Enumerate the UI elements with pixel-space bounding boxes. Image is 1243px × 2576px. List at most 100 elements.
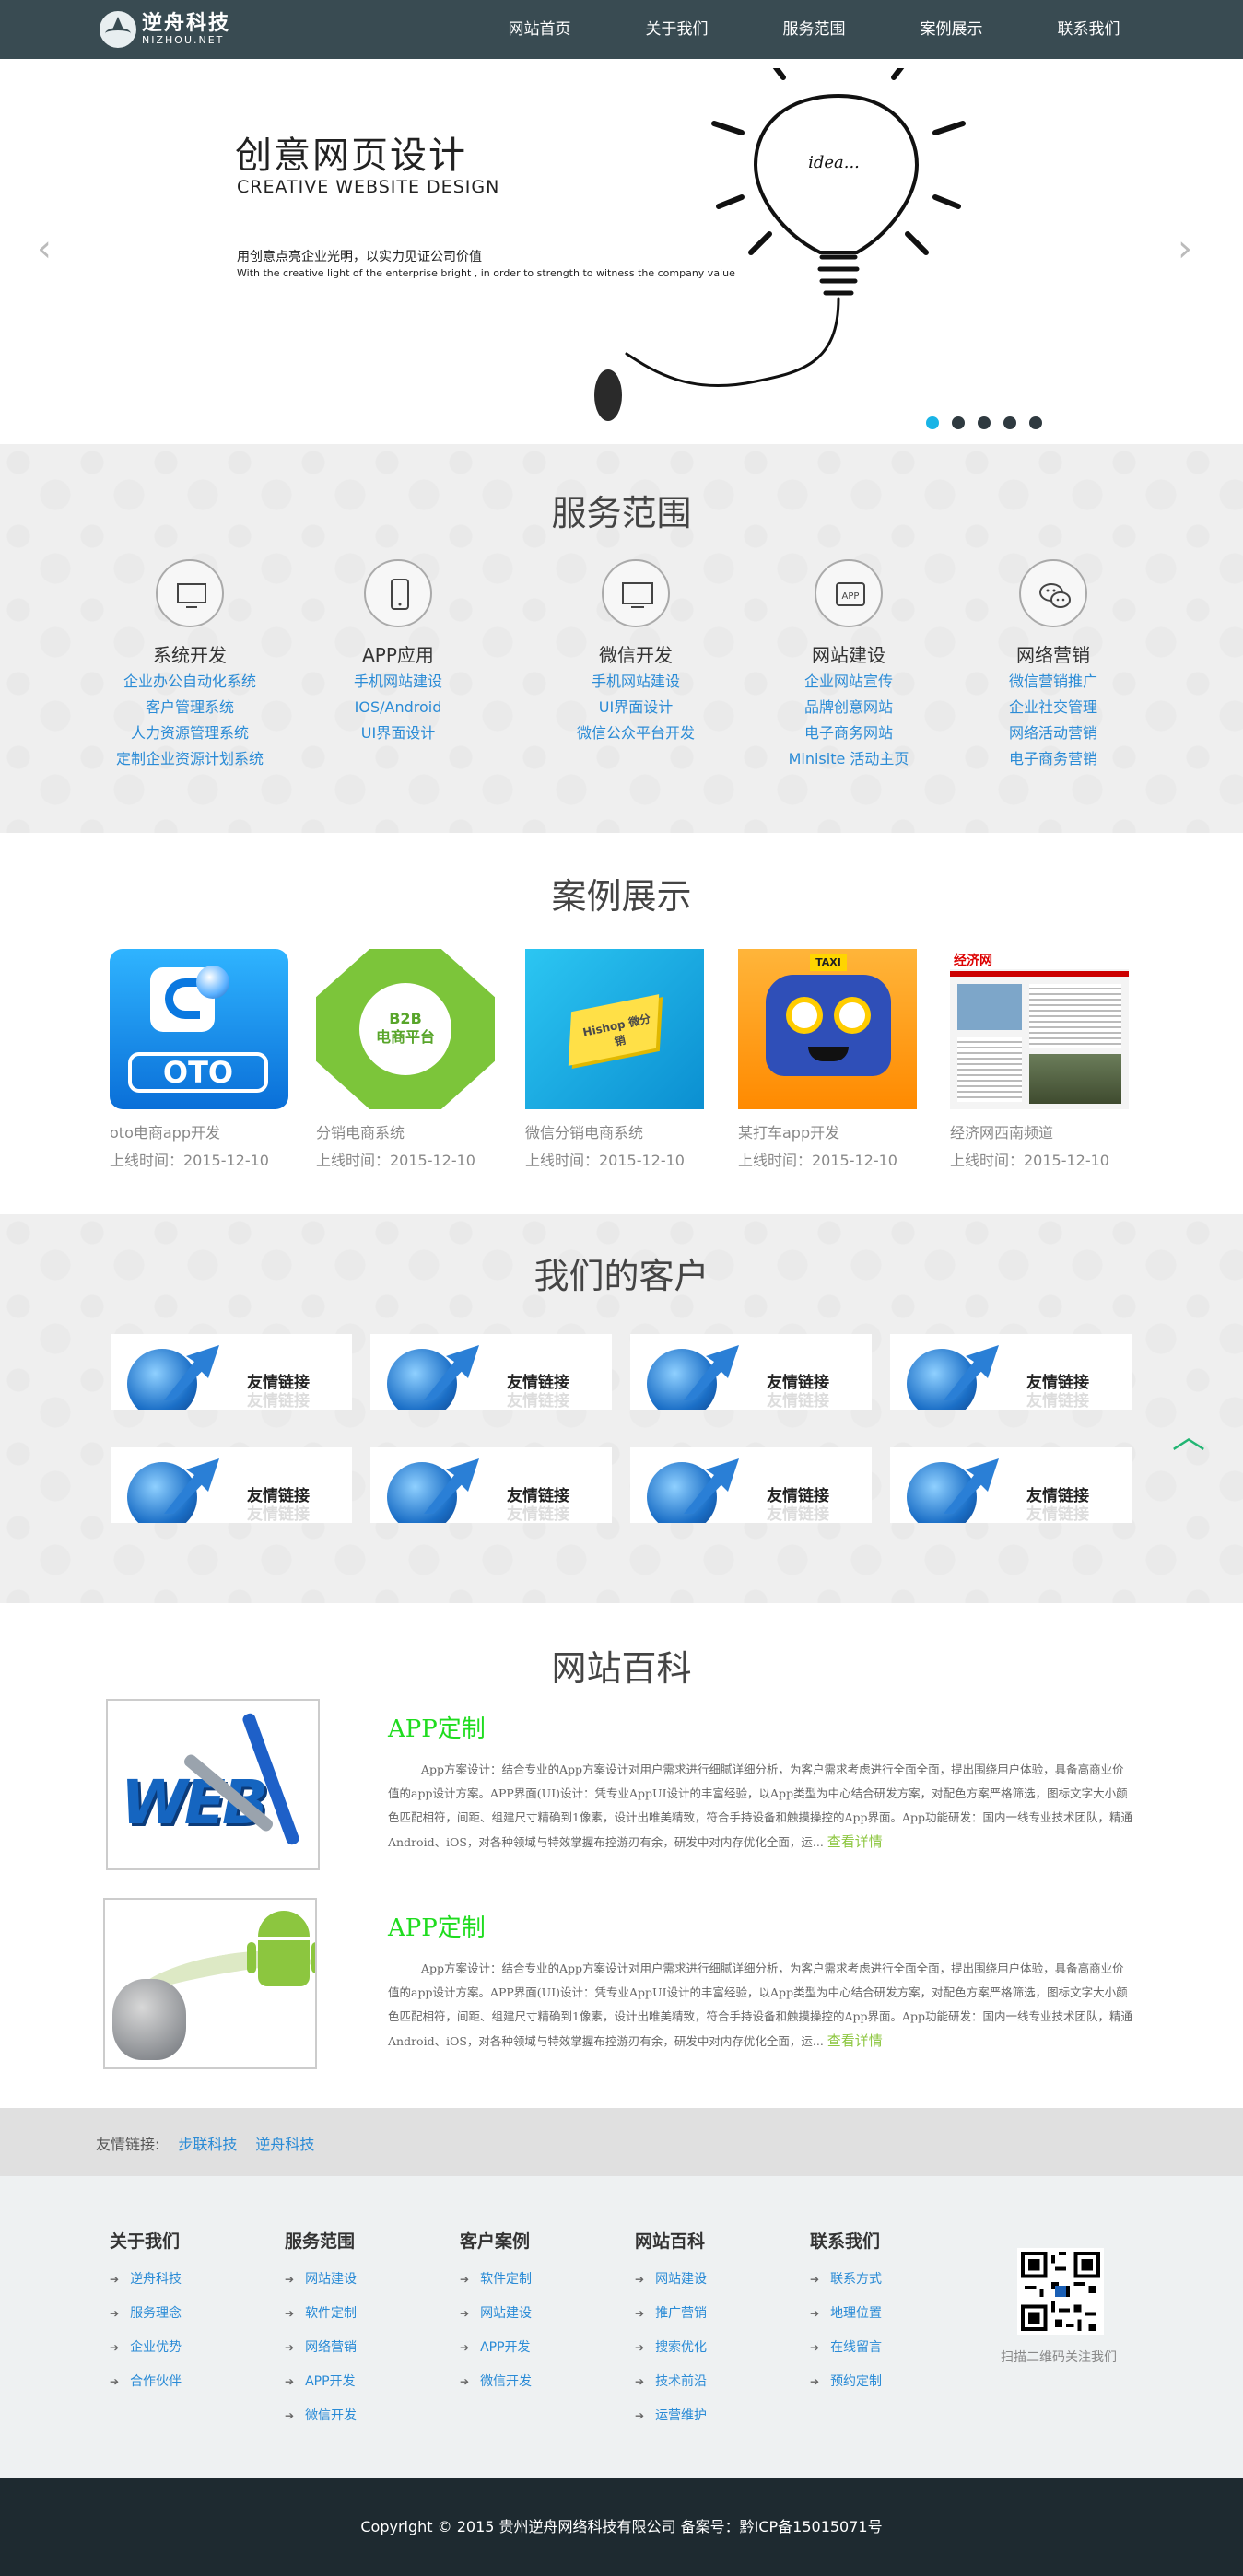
- cases-section: 案例展示 OTO oto电商app开发 上线时间：2015-12-10 B2B …: [0, 833, 1243, 1214]
- service-link[interactable]: 电子商务营销: [943, 746, 1164, 772]
- case-image[interactable]: Hishop 微分销: [525, 949, 704, 1109]
- nav-services[interactable]: 服务范围: [745, 0, 883, 59]
- wiki-item-title[interactable]: APP定制: [388, 1909, 486, 1943]
- case-image[interactable]: OTO: [110, 949, 288, 1109]
- case-card[interactable]: 经济网 经济网西南频道 上线时间：2015-12-10: [950, 949, 1134, 1170]
- wiki-item-title[interactable]: APP定制: [388, 1710, 486, 1744]
- service-link[interactable]: 客户管理系统: [79, 695, 300, 720]
- wiki-section: 网站百科 WEB APP定制 App方案设计：结合专业的App方案设计对用户需求…: [0, 1603, 1243, 2108]
- client-link-card[interactable]: 友情链接 友情链接: [890, 1447, 1132, 1523]
- footer-link[interactable]: 企业优势: [110, 2337, 276, 2355]
- service-link[interactable]: 企业社交管理: [943, 695, 1164, 720]
- app-icon[interactable]: APP: [815, 559, 883, 627]
- footer-link[interactable]: APP开发: [285, 2371, 451, 2389]
- footer-link[interactable]: 网站建设: [460, 2303, 626, 2321]
- friend-link[interactable]: 步联科技: [178, 2136, 237, 2153]
- read-more-link[interactable]: 查看详情: [827, 2032, 883, 2049]
- client-link-card[interactable]: 友情链接 友情链接: [370, 1447, 612, 1523]
- service-link[interactable]: 定制企业资源计划系统: [79, 746, 300, 772]
- nav-cases[interactable]: 案例展示: [883, 0, 1020, 59]
- case-image[interactable]: B2B 电商平台: [316, 949, 495, 1109]
- case-card[interactable]: Hishop 微分销 微信分销电商系统 上线时间：2015-12-10: [525, 949, 709, 1170]
- clients-title: 我们的客户: [534, 1256, 709, 1296]
- service-link[interactable]: 手机网站建设: [287, 669, 509, 695]
- footer-link[interactable]: 运营维护: [635, 2406, 801, 2423]
- footer-link[interactable]: 推广营销: [635, 2303, 801, 2321]
- case-card[interactable]: B2B 电商平台 分销电商系统 上线时间：2015-12-10: [316, 949, 500, 1170]
- client-link-card[interactable]: 友情链接 友情链接: [111, 1334, 352, 1410]
- logo-text-en: NIZHOU.NET: [142, 34, 225, 46]
- banner-slider: ‹ › 创意网页设计 CREATIVE WEBSITE DESIGN 用创意点亮…: [0, 59, 1243, 444]
- case-card[interactable]: TAXI 某打车app开发 上线时间：2015-12-10: [738, 949, 922, 1170]
- slider-dot-1[interactable]: [926, 416, 939, 429]
- phone-icon[interactable]: [364, 559, 432, 627]
- footer-link[interactable]: 服务理念: [110, 2303, 276, 2321]
- logo[interactable]: 逆舟科技 NIZHOU.NET: [100, 9, 230, 50]
- client-link-card[interactable]: 友情链接 友情链接: [370, 1334, 612, 1410]
- slider-dot-4[interactable]: [1003, 416, 1016, 429]
- back-to-top-icon[interactable]: ︿: [1172, 1410, 1205, 1458]
- slider-dot-2[interactable]: [952, 416, 965, 429]
- wiki-image-apple-android[interactable]: [103, 1898, 317, 2069]
- qr-code-icon: [1017, 2248, 1104, 2335]
- case-card[interactable]: OTO oto电商app开发 上线时间：2015-12-10: [110, 949, 294, 1170]
- client-link-card[interactable]: 友情链接 友情链接: [630, 1447, 872, 1523]
- service-link[interactable]: Minisite 活动主页: [738, 746, 959, 772]
- footer-col-services: 服务范围 网站建设 软件定制 网络营销 APP开发 微信开发: [285, 2228, 451, 2423]
- screen-icon[interactable]: [602, 559, 670, 627]
- nav-home[interactable]: 网站首页: [471, 0, 608, 59]
- slider-dot-5[interactable]: [1029, 416, 1042, 429]
- footer-link[interactable]: 网站建设: [285, 2269, 451, 2287]
- footer-link[interactable]: 联系方式: [810, 2269, 976, 2287]
- footer-link[interactable]: 软件定制: [460, 2269, 626, 2287]
- monitor-icon[interactable]: [156, 559, 224, 627]
- client-link-card[interactable]: 友情链接 友情链接: [890, 1334, 1132, 1410]
- globe-icon: [196, 966, 229, 999]
- footer-link[interactable]: 网络营销: [285, 2337, 451, 2355]
- footer-link[interactable]: 搜索优化: [635, 2337, 801, 2355]
- footer-link[interactable]: 逆舟科技: [110, 2269, 276, 2287]
- footer-link[interactable]: 预约定制: [810, 2371, 976, 2389]
- service-link[interactable]: 企业办公自动化系统: [79, 669, 300, 695]
- lightbulb-illustration-icon: idea...: [594, 68, 966, 421]
- service-link[interactable]: 网络活动营销: [943, 720, 1164, 746]
- footer-link[interactable]: APP开发: [460, 2337, 626, 2355]
- banner-next-arrow-icon[interactable]: ›: [1178, 230, 1192, 267]
- wiki-item: APP定制 App方案设计：结合专业的App方案设计对用户需求进行细腻详细分析，…: [103, 1898, 1135, 2069]
- service-link[interactable]: 微信营销推广: [943, 669, 1164, 695]
- footer-link[interactable]: 技术前沿: [635, 2371, 801, 2389]
- service-link[interactable]: UI界面设计: [287, 720, 509, 746]
- cases-title: 案例展示: [551, 876, 692, 917]
- nav-contact[interactable]: 联系我们: [1020, 0, 1157, 59]
- footer-col-contact: 联系我们 联系方式 地理位置 在线留言 预约定制: [810, 2228, 976, 2389]
- wiki-image-web[interactable]: WEB: [106, 1699, 320, 1870]
- footer-link[interactable]: 软件定制: [285, 2303, 451, 2321]
- footer-link[interactable]: 合作伙伴: [110, 2371, 276, 2389]
- service-link[interactable]: 人力资源管理系统: [79, 720, 300, 746]
- read-more-link[interactable]: 查看详情: [827, 1833, 883, 1850]
- banner-prev-arrow-icon[interactable]: ‹: [37, 230, 52, 267]
- wechat-icon[interactable]: [1019, 559, 1087, 627]
- footer-link[interactable]: 微信开发: [285, 2406, 451, 2423]
- service-link[interactable]: UI界面设计: [525, 695, 746, 720]
- service-link[interactable]: IOS/Android: [287, 695, 509, 720]
- friend-link[interactable]: 逆舟科技: [255, 2136, 314, 2153]
- service-link[interactable]: 品牌创意网站: [738, 695, 959, 720]
- case-image[interactable]: 经济网: [950, 949, 1129, 1109]
- service-link[interactable]: 电子商务网站: [738, 720, 959, 746]
- footer-link[interactable]: 地理位置: [810, 2303, 976, 2321]
- slider-dot-3[interactable]: [978, 416, 991, 429]
- service-link[interactable]: 手机网站建设: [525, 669, 746, 695]
- service-marketing: 网络营销 微信营销推广 企业社交管理 网络活动营销 电子商务营销: [943, 559, 1164, 772]
- case-image[interactable]: TAXI: [738, 949, 917, 1109]
- footer-link[interactable]: 微信开发: [460, 2371, 626, 2389]
- service-link[interactable]: 企业网站宣传: [738, 669, 959, 695]
- wiki-item-text: App方案设计：结合专业的App方案设计对用户需求进行细腻详细分析，为客户需求考…: [388, 1961, 1133, 2049]
- footer-link[interactable]: 网站建设: [635, 2269, 801, 2287]
- client-link-card[interactable]: 友情链接 友情链接: [111, 1447, 352, 1523]
- apple-logo-icon: [112, 1979, 186, 2060]
- service-link[interactable]: 微信公众平台开发: [525, 720, 746, 746]
- client-link-card[interactable]: 友情链接 友情链接: [630, 1334, 872, 1410]
- nav-about[interactable]: 关于我们: [608, 0, 745, 59]
- footer-link[interactable]: 在线留言: [810, 2337, 976, 2355]
